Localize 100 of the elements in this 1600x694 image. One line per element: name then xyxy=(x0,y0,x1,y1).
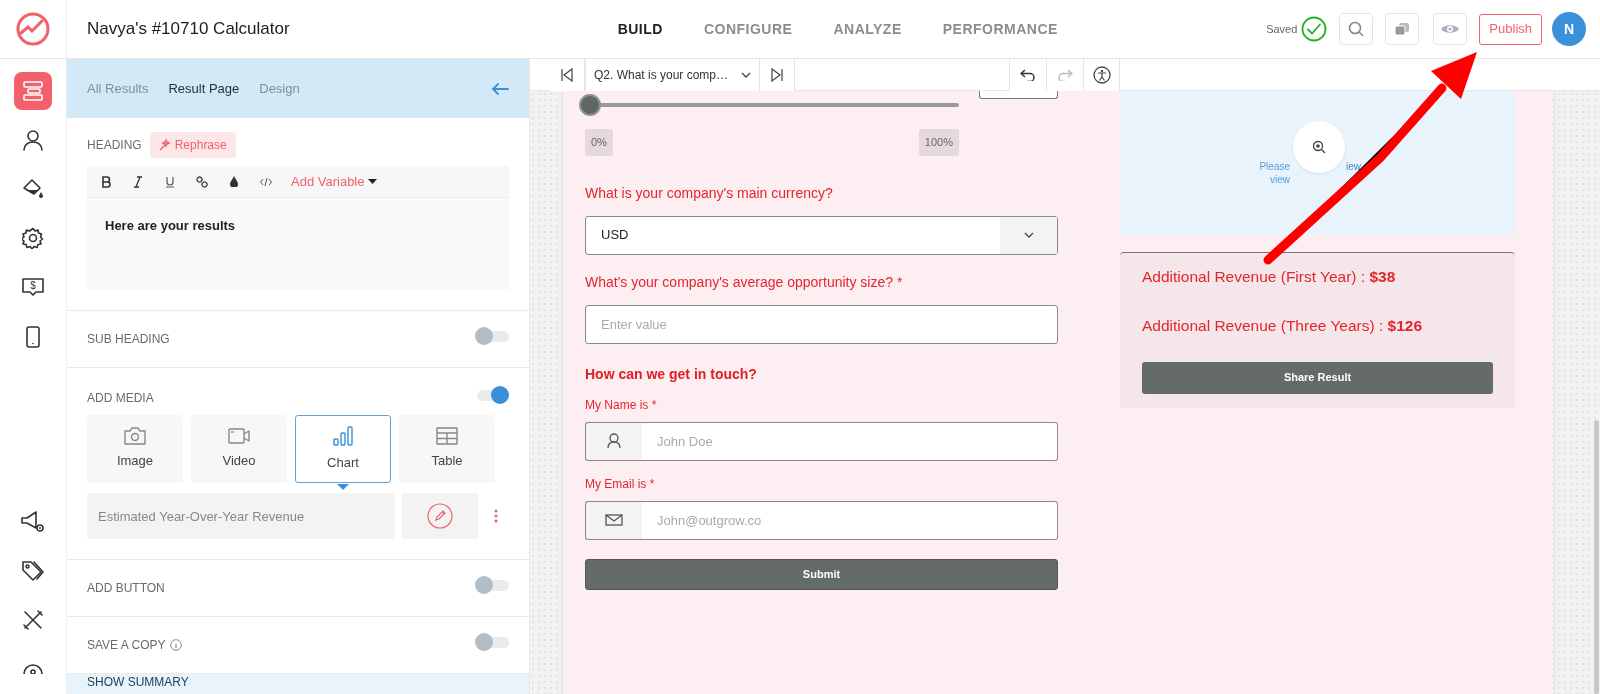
toggle-switch[interactable] xyxy=(475,326,509,345)
panel-tab[interactable]: All Results xyxy=(87,78,149,99)
result-line: Additional Revenue (Three Years) : $126 xyxy=(1142,316,1424,337)
logo-icon xyxy=(15,11,51,47)
rephrase-button[interactable]: Rephrase xyxy=(149,132,236,158)
question-label: What is your company's main currency? xyxy=(585,183,834,203)
accessibility-icon xyxy=(1092,66,1111,84)
settings-icon xyxy=(22,227,44,250)
nav-tab[interactable]: ANALYZE xyxy=(833,18,902,40)
location-icon xyxy=(21,664,45,675)
undo-button[interactable] xyxy=(1010,59,1047,91)
scrollbar[interactable] xyxy=(1594,420,1599,694)
currency-select[interactable]: USD xyxy=(585,215,1058,255)
share-button[interactable]: Share Result xyxy=(1142,361,1493,394)
results-icon xyxy=(22,79,44,102)
table-icon xyxy=(436,427,458,446)
pencil-circle-icon xyxy=(427,503,453,529)
section-label: HEADING xyxy=(87,137,142,154)
color-button[interactable] xyxy=(227,176,241,187)
tools-icon xyxy=(22,609,44,632)
back-arrow-icon[interactable] xyxy=(491,82,509,95)
money-screen-icon: $ xyxy=(21,276,45,299)
add-variable-dropdown[interactable]: Add Variable xyxy=(291,171,378,192)
magic-wand-icon xyxy=(158,139,171,151)
more-options-icon[interactable] xyxy=(494,509,498,523)
duplicate-button[interactable] xyxy=(1385,13,1420,45)
nav-tab[interactable]: PERFORMANCE xyxy=(942,18,1058,40)
bold-button[interactable] xyxy=(99,175,113,188)
section-label[interactable]: SHOW SUMMARY xyxy=(67,674,529,694)
media-type-option[interactable]: Video xyxy=(191,415,287,483)
skip-back-icon xyxy=(561,68,573,82)
zoom-in-icon xyxy=(1312,140,1326,154)
chevron-down-icon xyxy=(1023,232,1034,238)
slider-max-label: 100% xyxy=(918,129,959,156)
toggle-switch[interactable] xyxy=(475,632,509,651)
underline-icon xyxy=(165,175,175,188)
check-circle-icon xyxy=(1301,16,1328,42)
question-label: What's your company's average opportunity size? * xyxy=(585,272,904,292)
hint-text: Please xyxy=(1259,160,1290,173)
question-select[interactable]: Q2. What is your comp… xyxy=(585,59,760,91)
submit-button[interactable]: Submit xyxy=(585,558,1058,590)
video-camera-icon xyxy=(228,427,250,446)
camera-icon xyxy=(124,427,146,446)
chart-title-field[interactable]: Estimated Year-Over-Year Revenue xyxy=(87,493,395,539)
undo-icon xyxy=(1020,69,1036,81)
chevron-down-icon xyxy=(741,72,751,78)
search-button[interactable] xyxy=(1339,13,1374,45)
publish-button[interactable]: Publish xyxy=(1479,13,1542,45)
toggle-switch[interactable] xyxy=(475,575,509,594)
first-question-button[interactable] xyxy=(550,59,585,91)
link-button[interactable] xyxy=(195,175,209,188)
hint-text: iew xyxy=(1346,160,1361,173)
media-type-option[interactable]: Chart xyxy=(295,415,391,483)
search-icon xyxy=(1348,21,1365,37)
sidebar-item[interactable]: $ xyxy=(14,268,52,307)
bold-icon xyxy=(101,175,111,188)
copy-icon xyxy=(1394,22,1411,36)
heading-editor[interactable]: Here are your results xyxy=(87,198,509,290)
section-label: ADD BUTTON xyxy=(87,580,165,597)
result-line: Additional Revenue (First Year) : $38 xyxy=(1142,267,1397,287)
accessibility-button[interactable] xyxy=(1084,59,1120,91)
bar-chart-icon xyxy=(332,425,354,448)
redo-icon xyxy=(1057,69,1073,81)
italic-icon xyxy=(134,175,142,188)
opportunity-field[interactable]: Enter value xyxy=(585,304,1058,344)
user-avatar[interactable]: N xyxy=(1552,12,1586,46)
link-icon xyxy=(196,175,208,188)
save-status: Saved xyxy=(1266,21,1298,37)
phone-icon xyxy=(26,325,40,348)
media-type-option[interactable]: Table xyxy=(399,415,495,483)
hint-text: view xyxy=(1270,173,1290,186)
paint-bucket-icon xyxy=(21,177,45,201)
panel-tab[interactable]: Design xyxy=(259,78,300,99)
section-label: ADD MEDIA xyxy=(87,390,154,407)
section-label: SAVE A COPY xyxy=(87,637,166,654)
pointer-triangle-icon xyxy=(337,484,349,490)
toggle-switch[interactable] xyxy=(475,385,509,404)
skip-forward-icon xyxy=(771,68,783,82)
nav-tab[interactable]: BUILD xyxy=(617,18,663,40)
last-question-button[interactable] xyxy=(760,59,795,91)
section-heading: How can we get in touch? xyxy=(585,364,758,384)
drop-icon xyxy=(230,176,238,187)
media-type-option[interactable]: Image xyxy=(87,415,183,483)
tag-icon xyxy=(21,560,45,582)
megaphone-gear-icon xyxy=(20,509,46,534)
section-label: SUB HEADING xyxy=(87,331,170,348)
app-title: Navya's #10710 Calculator xyxy=(87,18,290,41)
nav-tab[interactable]: CONFIGURE xyxy=(703,18,793,40)
code-icon xyxy=(260,176,272,187)
code-button[interactable] xyxy=(259,176,273,187)
field-label: My Email is * xyxy=(585,475,656,493)
field-label: My Name is * xyxy=(585,396,658,414)
eye-icon xyxy=(1440,22,1461,36)
italic-button[interactable] xyxy=(131,175,145,188)
slider-min-label: 0% xyxy=(585,129,613,156)
underline-button[interactable] xyxy=(163,175,177,188)
caret-icon xyxy=(368,179,378,184)
slider-thumb[interactable] xyxy=(579,94,601,116)
person-icon xyxy=(22,128,44,151)
panel-tab[interactable]: Result Page xyxy=(168,78,240,99)
